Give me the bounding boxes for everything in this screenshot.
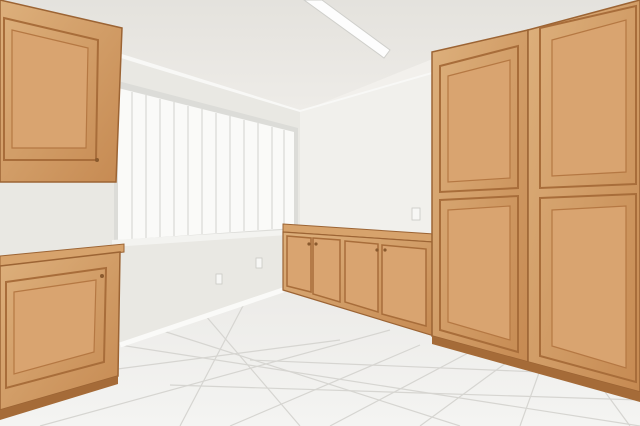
room-illustration [0,0,640,426]
tall-cabinet-left [431,29,529,363]
wall-switch [411,207,421,221]
upper-left-cabinet [0,0,123,183]
tall-cabinet-right [527,0,640,393]
room-photo [0,0,640,426]
wall-outlet [215,273,223,285]
wall-outlet [255,257,263,269]
